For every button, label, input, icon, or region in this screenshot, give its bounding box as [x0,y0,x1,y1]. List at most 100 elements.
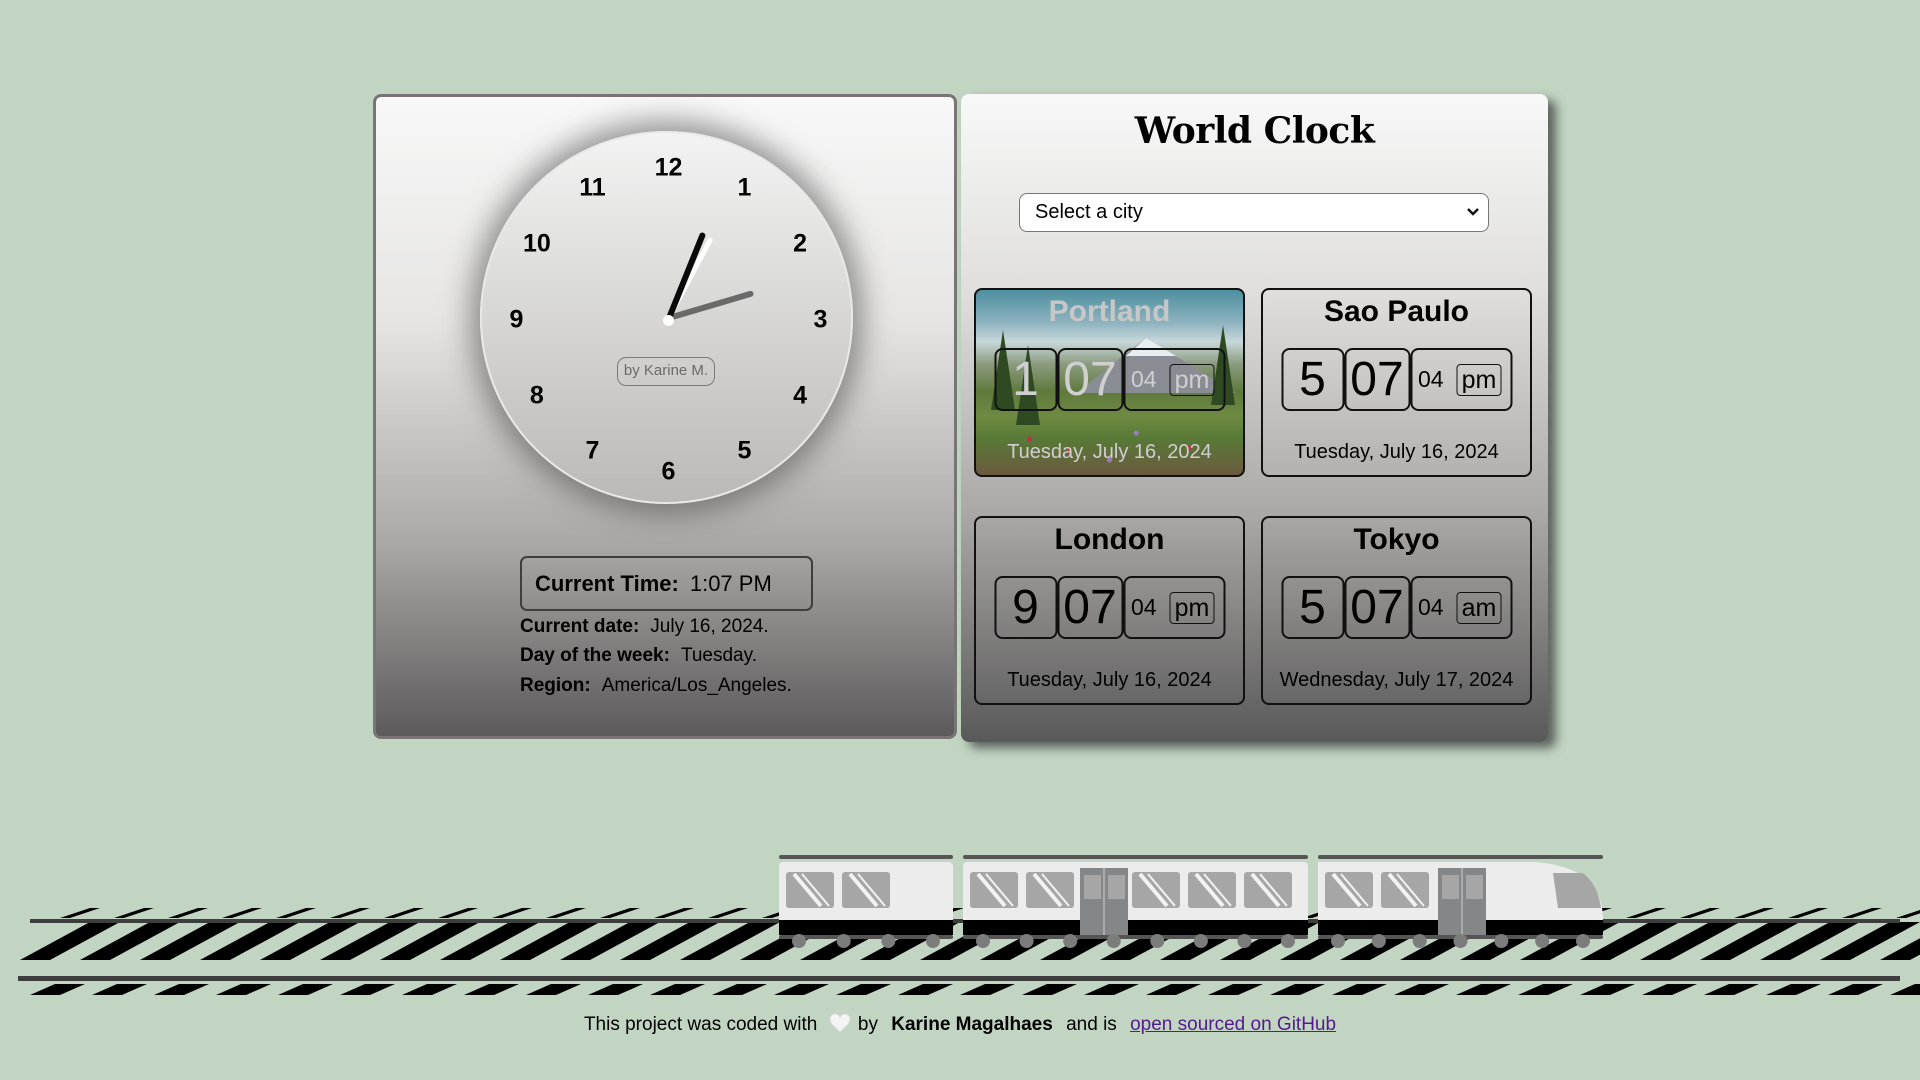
train [779,855,1603,948]
author-name: Karine Magalhaes [891,1014,1053,1035]
region-label: Region: [520,675,591,696]
wheel [792,934,806,948]
city-card-portland: Portland 1 07 04 pm Tuesday, July 16, 202… [974,288,1245,477]
track-tie [216,984,271,995]
weekday-label: Day of the week: [520,645,670,666]
track-tie [1022,984,1077,995]
analog-clock-face: by Karine M. 12 1 2 3 4 5 6 7 8 9 10 11 [480,131,853,504]
track-tie [384,908,424,918]
track-tie [1896,910,1920,918]
ampm-badge: pm [1456,363,1502,396]
track-tie [836,984,891,995]
wheel [1371,934,1386,948]
weekday-row: Day of the week: Tuesday. [520,645,757,667]
city-date: Wednesday, July 17, 2024 [1279,669,1514,691]
current-time-box: Current Time: 1:07 PM [520,556,813,611]
current-date-row: Current date: July 16, 2024. [520,616,769,638]
region-row: Region: America/Los_Angeles. [520,675,792,697]
track-tie [1332,984,1387,995]
wheel [881,934,896,948]
minute-box: 07 [1057,348,1123,411]
track-tie [1704,984,1759,995]
chevron-down-icon [1467,208,1479,216]
seconds: 04 [1418,594,1444,620]
wheel [1494,934,1509,948]
track-tie [1456,984,1511,995]
track-tie [1146,984,1201,995]
second-box: 04 pm [1410,348,1512,411]
minute-box: 07 [1344,576,1410,639]
pantograph-bar [779,855,953,859]
door-window [1108,875,1125,899]
hour-box: 5 [1281,576,1344,639]
rail-bottom [18,976,1900,981]
track-tie [1680,908,1720,918]
track-tie [276,908,316,918]
wheel [1019,934,1034,948]
track-tie [464,984,519,995]
clock-number-11: 11 [579,173,606,202]
track-tie [1580,984,1635,995]
track-tie [1890,984,1920,995]
track-tie [650,984,705,995]
city-select-value: Select a city [1035,201,1143,223]
digital-time: 1 07 04 pm [994,348,1225,411]
weekday-value: Tuesday. [680,645,757,666]
github-link[interactable]: open sourced on GitHub [1130,1014,1336,1035]
track-tie [546,908,586,918]
seconds: 04 [1131,594,1157,620]
wheel [836,934,851,948]
digital-time: 9 07 04 pm [994,576,1225,639]
clock-number-5: 5 [737,436,752,465]
current-time-label: Current Time: [535,571,679,596]
clock-number-6: 6 [661,457,676,485]
track-tie [1394,984,1449,995]
track-tie [1788,908,1828,918]
door-window [1442,875,1459,899]
track-tie [1734,908,1774,918]
city-select[interactable]: Select a city [1019,193,1489,232]
digital-time: 5 07 04 am [1281,576,1512,639]
footer-text: This project was coded with [583,1014,818,1035]
clock-number-10: 10 [522,229,551,257]
city-card-sao-paulo: Sao Paulo 5 07 04 pm Tuesday, July 16, 20… [1261,288,1532,477]
wheel [1576,934,1590,948]
hour-box: 9 [994,576,1057,639]
seconds: 04 [1131,366,1157,392]
clock-number-7: 7 [585,436,600,465]
current-date-label: Current date: [520,616,640,637]
track-tie [402,984,457,995]
clock-number-2: 2 [793,229,808,257]
train-car-1 [779,855,953,948]
track-tie [340,984,395,995]
track-tie [774,984,829,995]
track-tie [1518,984,1573,995]
wheel [1237,934,1252,948]
wheel [1150,934,1165,948]
track-tie [1842,908,1882,918]
wheel [1331,934,1345,948]
wheel [926,934,940,948]
track-tie [1270,984,1325,995]
track-tie [1084,984,1139,995]
wheel [1535,934,1550,948]
track-tie [330,908,370,918]
clock-number-9: 9 [509,305,524,333]
wheel [1412,934,1427,948]
track-tie [898,984,953,995]
clock-number-8: 8 [529,381,544,409]
footer-by: by [857,1014,878,1035]
door-window [1084,875,1101,899]
track-tie [1208,984,1263,995]
track-tie [1626,908,1666,918]
front-window [1553,873,1601,908]
city-name: Portland [1048,295,1171,328]
footer-text-middle: and is [1066,1014,1117,1035]
train-car-3 [1318,855,1603,948]
second-box: 04 pm [1123,576,1225,639]
door-window [1466,875,1483,899]
track-tie [492,908,532,918]
wheel [1453,934,1468,948]
city-date: Tuesday, July 16, 2024 [1007,441,1212,463]
clock-number-4: 4 [793,381,808,409]
